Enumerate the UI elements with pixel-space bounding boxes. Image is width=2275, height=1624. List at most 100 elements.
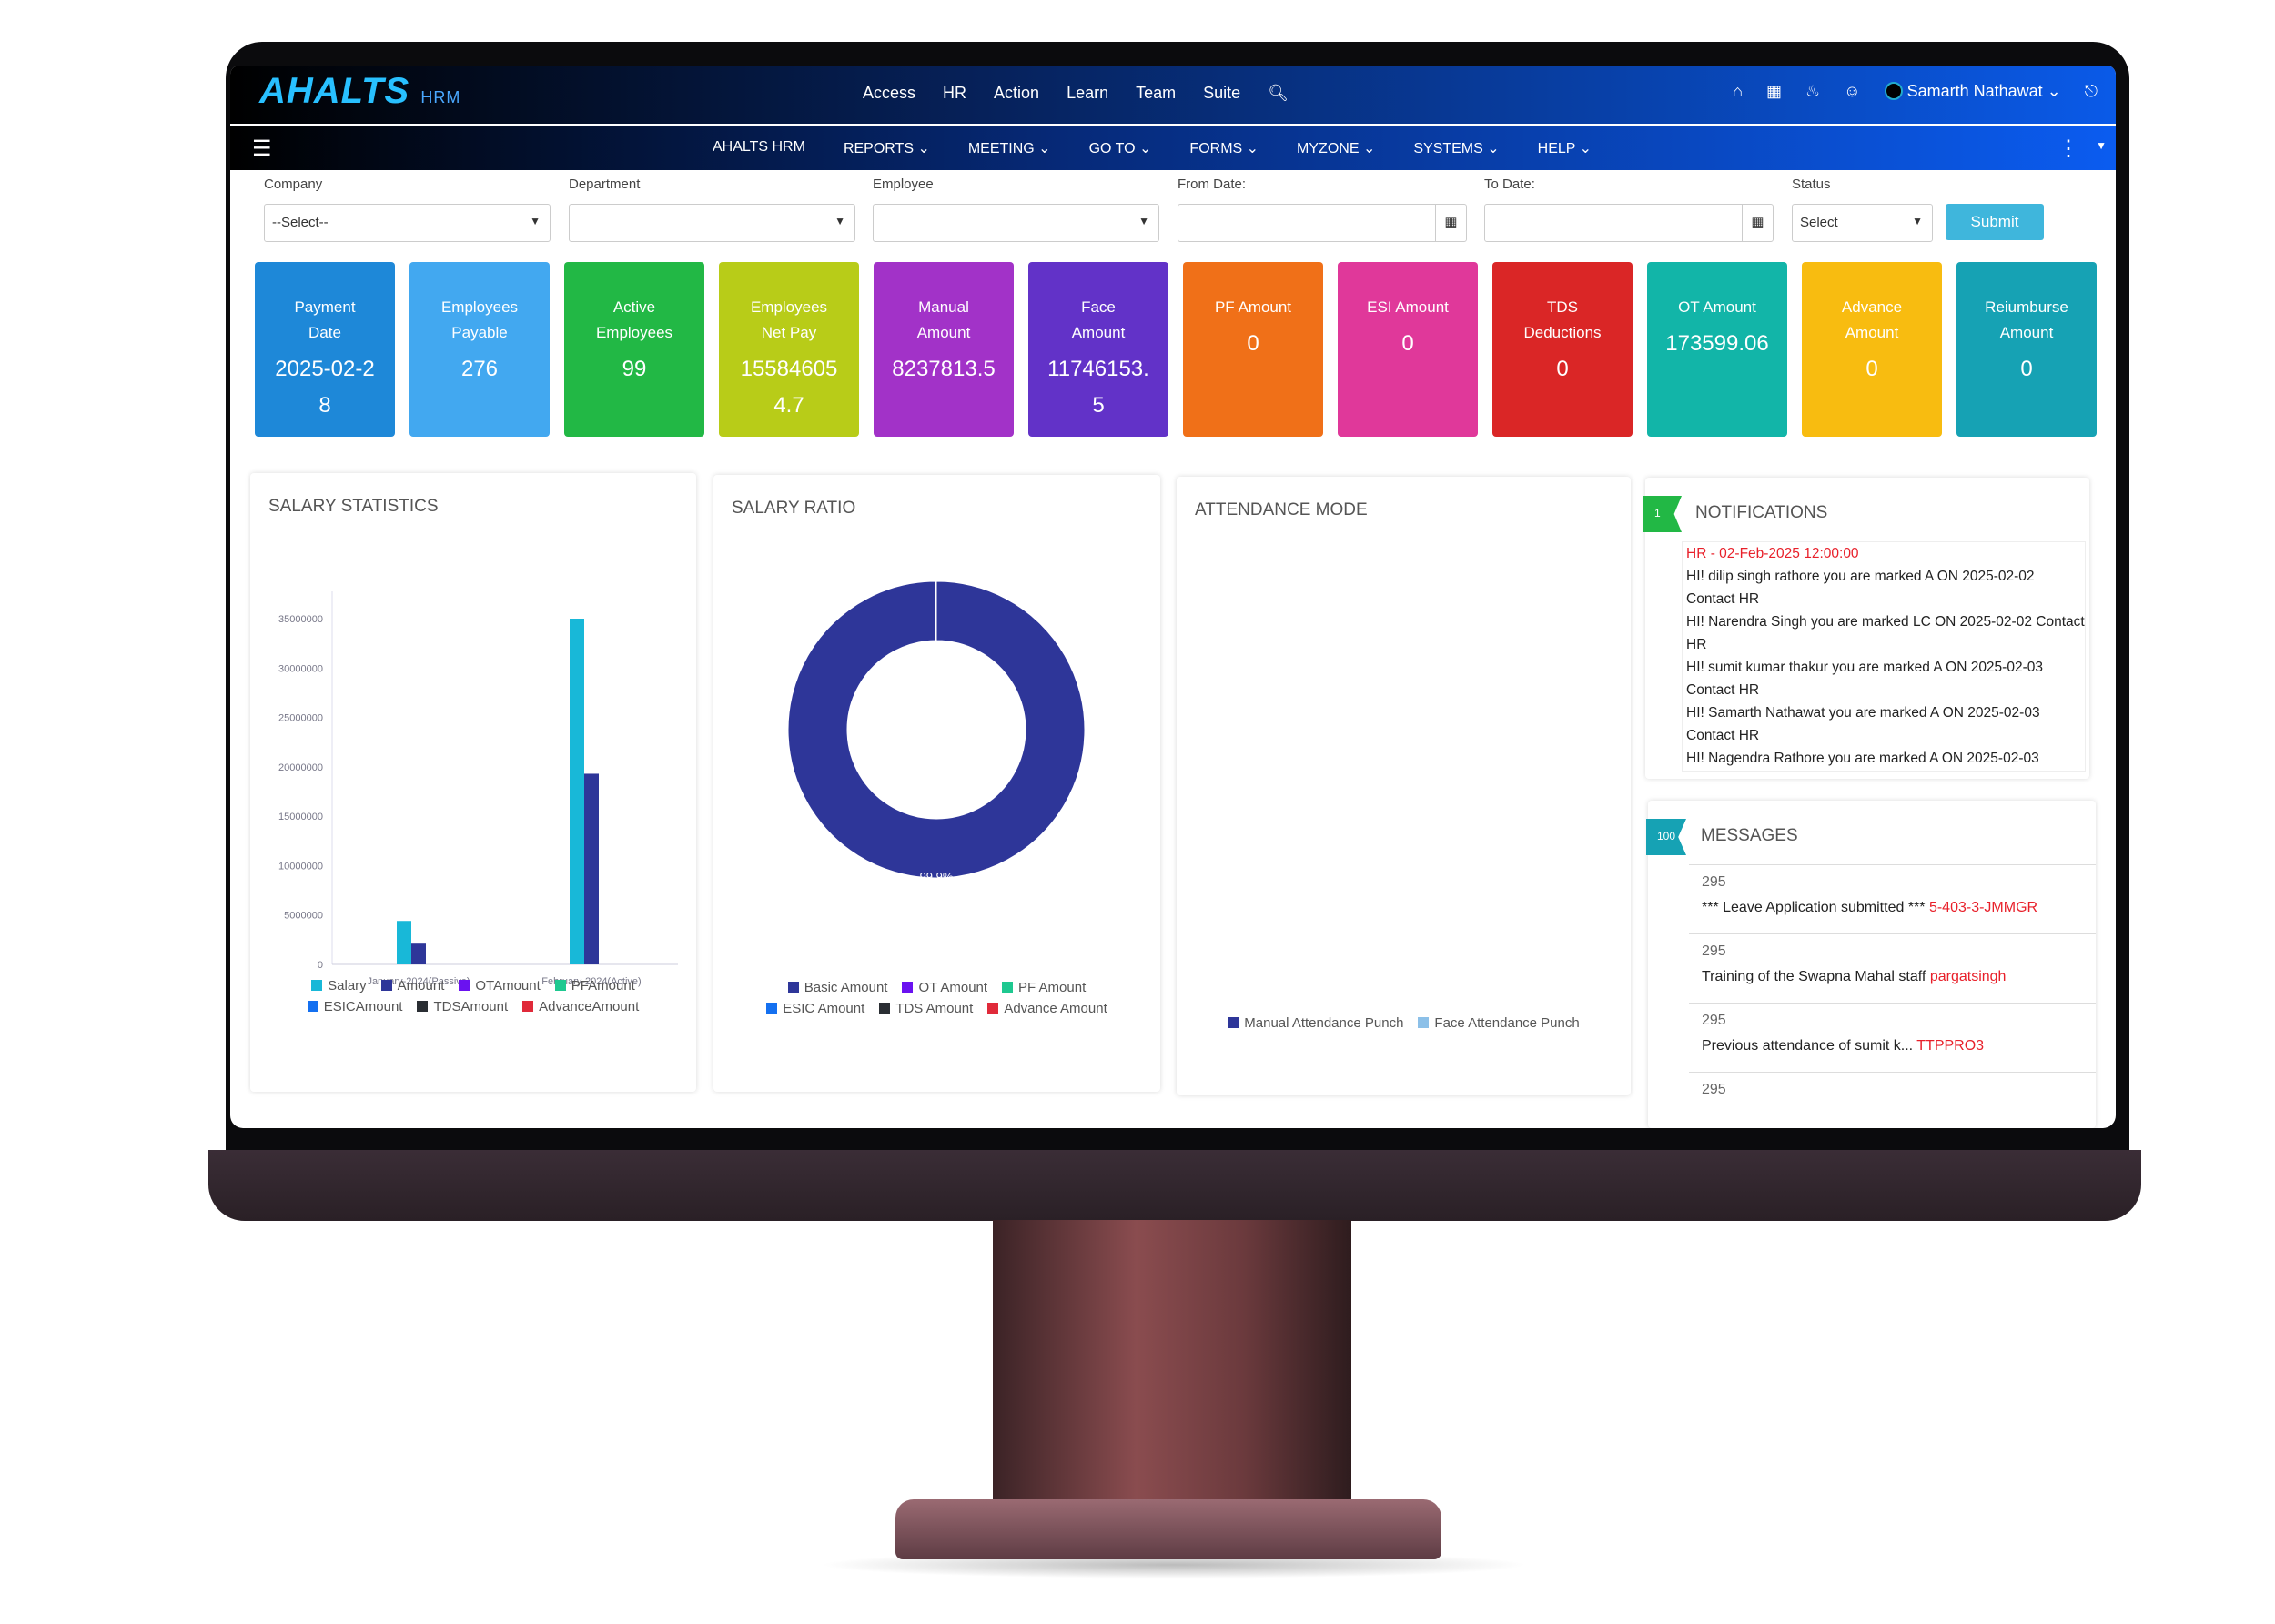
card-label: Face Amount — [1071, 298, 1126, 341]
slice-ot-amount[interactable] — [935, 580, 937, 641]
legend-item[interactable]: ESICAmount — [307, 999, 402, 1014]
nav-access[interactable]: Access — [863, 84, 915, 103]
message-tag[interactable]: 5-403-3-JMMGR — [1929, 900, 2037, 915]
legend-item[interactable]: Manual Attendance Punch — [1228, 1015, 1403, 1031]
menu-meeting[interactable]: MEETING ⌄ — [968, 139, 1051, 157]
employee-select[interactable]: ▼ — [873, 204, 1159, 242]
company-select[interactable]: --Select-- ▼ — [264, 204, 551, 242]
card-label: Employees Payable — [440, 298, 519, 341]
submit-button[interactable]: Submit — [1946, 204, 2044, 240]
legend-item[interactable]: Salary — [311, 978, 367, 994]
logo[interactable]: AHALTS HRM — [259, 71, 460, 112]
status-select[interactable]: Select ▼ — [1792, 204, 1933, 242]
legend-item[interactable]: Advance Amount — [987, 1001, 1107, 1016]
message-number: 295 — [1702, 1082, 1726, 1097]
notification-item[interactable]: HI! Nagendra Rathore you are marked A ON… — [1686, 747, 2085, 771]
bar-amount[interactable] — [584, 773, 599, 964]
home-icon[interactable]: ⌂ — [1733, 82, 1743, 101]
message-list: 295 *** Leave Application submitted *** 5… — [1689, 864, 2096, 1128]
stat-card[interactable]: OT Amount 173599.06 — [1647, 262, 1787, 437]
stat-card[interactable]: Employees Payable 276 — [410, 262, 550, 437]
legend-item[interactable]: PF Amount — [1002, 980, 1086, 995]
message-tag[interactable]: TTPPRO3 — [1916, 1038, 1984, 1054]
calendar-icon[interactable]: ▦ — [1435, 205, 1466, 241]
legend-item[interactable]: Basic Amount — [787, 980, 888, 995]
bar-salary[interactable] — [397, 921, 411, 964]
menu-myzone[interactable]: MYZONE ⌄ — [1297, 139, 1375, 157]
legend-item[interactable]: OTAmount — [459, 978, 541, 994]
nav-hr[interactable]: HR — [943, 84, 966, 103]
from-date-input[interactable]: ▦ — [1178, 204, 1467, 242]
legend-item[interactable]: OT Amount — [902, 980, 987, 995]
stat-card[interactable]: Active Employees 99 — [564, 262, 704, 437]
notification-item[interactable]: HI! sumit kumar thakur you are marked A … — [1686, 656, 2085, 701]
nav-action[interactable]: Action — [994, 84, 1039, 103]
menu-reports[interactable]: REPORTS ⌄ — [844, 139, 930, 157]
search-icon[interactable]: 🔍︎ — [1268, 84, 1289, 103]
menu-help[interactable]: HELP ⌄ — [1538, 139, 1592, 157]
card-label: Employees Net Pay — [750, 298, 828, 341]
nav-suite[interactable]: Suite — [1203, 84, 1240, 103]
bar-amount[interactable] — [411, 943, 426, 964]
bar-salary[interactable] — [570, 619, 584, 964]
y-tick-label: 25000000 — [278, 713, 323, 724]
message-item[interactable]: 295 Previous attendance of sumit k... TTP… — [1689, 1003, 2096, 1072]
user-icon[interactable]: ☺ — [1844, 82, 1860, 101]
stat-card[interactable]: Reiumburse Amount 0 — [1956, 262, 2097, 437]
menu-ahalts-hrm[interactable]: AHALTS HRM — [713, 139, 805, 157]
card-value: 173599.06 — [1665, 331, 1769, 356]
legend-label: OT Amount — [918, 980, 988, 995]
legend-item[interactable]: ESIC Amount — [766, 1001, 864, 1016]
legend-label: Basic Amount — [804, 980, 888, 995]
legend-item[interactable]: PFAmount — [554, 978, 635, 994]
legend-item[interactable]: Amount — [380, 978, 444, 994]
message-number: 295 — [1702, 943, 1726, 959]
attendance-legend: Manual Attendance Punch Face Attendance P… — [1195, 1015, 1613, 1031]
message-item[interactable]: 295 *** Leave Application submitted *** 5… — [1689, 864, 2096, 933]
user-name: Samarth Nathawat — [1906, 82, 2043, 100]
chevron-down-icon[interactable]: ▼ — [2096, 139, 2107, 152]
notification-item[interactable]: HI! Samarth Nathawat you are marked A ON… — [1686, 701, 2085, 747]
legend-item[interactable]: TDS Amount — [879, 1001, 973, 1016]
more-menu-icon[interactable]: ⋮ — [2058, 136, 2079, 162]
stat-card[interactable]: Advance Amount 0 — [1802, 262, 1942, 437]
message-item[interactable]: 295 Training of the Swapna Mahal staff pa… — [1689, 933, 2096, 1003]
menu-forms[interactable]: FORMS ⌄ — [1189, 139, 1259, 157]
stat-card[interactable]: Employees Net Pay 155846054.7 — [719, 262, 859, 437]
bell-icon[interactable]: ♨ — [1805, 82, 1820, 101]
nav-learn[interactable]: Learn — [1067, 84, 1108, 103]
notification-list[interactable]: HR - 02-Feb-2025 12:00:00 HI! dilip sing… — [1682, 541, 2086, 772]
hamburger-icon[interactable]: ☰ — [252, 136, 272, 162]
department-select[interactable]: ▼ — [569, 204, 855, 242]
user-menu[interactable]: Samarth Nathawat ⌄ — [1884, 82, 2061, 101]
y-tick-label: 30000000 — [278, 663, 323, 674]
stat-card[interactable]: ESI Amount 0 — [1338, 262, 1478, 437]
legend-item[interactable]: AdvanceAmount — [522, 999, 639, 1014]
legend-swatch — [522, 1001, 534, 1012]
menu-goto[interactable]: GO TO ⌄ — [1089, 139, 1152, 157]
stat-card[interactable]: TDS Deductions 0 — [1492, 262, 1633, 437]
message-item[interactable]: 295 — [1689, 1072, 2096, 1128]
notification-item[interactable]: HI! Narendra Singh you are marked LC ON … — [1686, 610, 2085, 656]
stat-card[interactable]: PF Amount 0 — [1183, 262, 1323, 437]
legend-label: TDS Amount — [895, 1001, 974, 1016]
card-label: OT Amount — [1678, 298, 1756, 316]
legend-item[interactable]: TDSAmount — [417, 999, 508, 1014]
notification-item[interactable]: HI! dilip singh rathore you are marked A… — [1686, 565, 2085, 610]
panel-title: SALARY STATISTICS — [268, 497, 439, 516]
message-tag[interactable]: pargatsingh — [1930, 969, 2007, 984]
calendar-icon[interactable]: ▦ — [1742, 205, 1773, 241]
stat-card[interactable]: Face Amount 11746153.5 — [1028, 262, 1168, 437]
card-label: Manual Amount — [916, 298, 971, 341]
stat-card[interactable]: Payment Date 2025-02-28 — [255, 262, 395, 437]
legend-swatch — [1228, 1017, 1239, 1028]
notification-header: HR - 02-Feb-2025 12:00:00 — [1686, 546, 1859, 561]
menu-systems[interactable]: SYSTEMS ⌄ — [1413, 139, 1499, 157]
to-date-input[interactable]: ▦ — [1484, 204, 1774, 242]
stat-card[interactable]: Manual Amount 8237813.5 — [874, 262, 1014, 437]
calendar-icon[interactable]: ▦ — [1766, 82, 1782, 101]
notification-count-badge: 1 — [1643, 496, 1682, 532]
logout-icon[interactable]: ⎋ — [2085, 82, 2098, 101]
legend-item[interactable]: Face Attendance Punch — [1418, 1015, 1580, 1031]
nav-team[interactable]: Team — [1136, 84, 1176, 103]
